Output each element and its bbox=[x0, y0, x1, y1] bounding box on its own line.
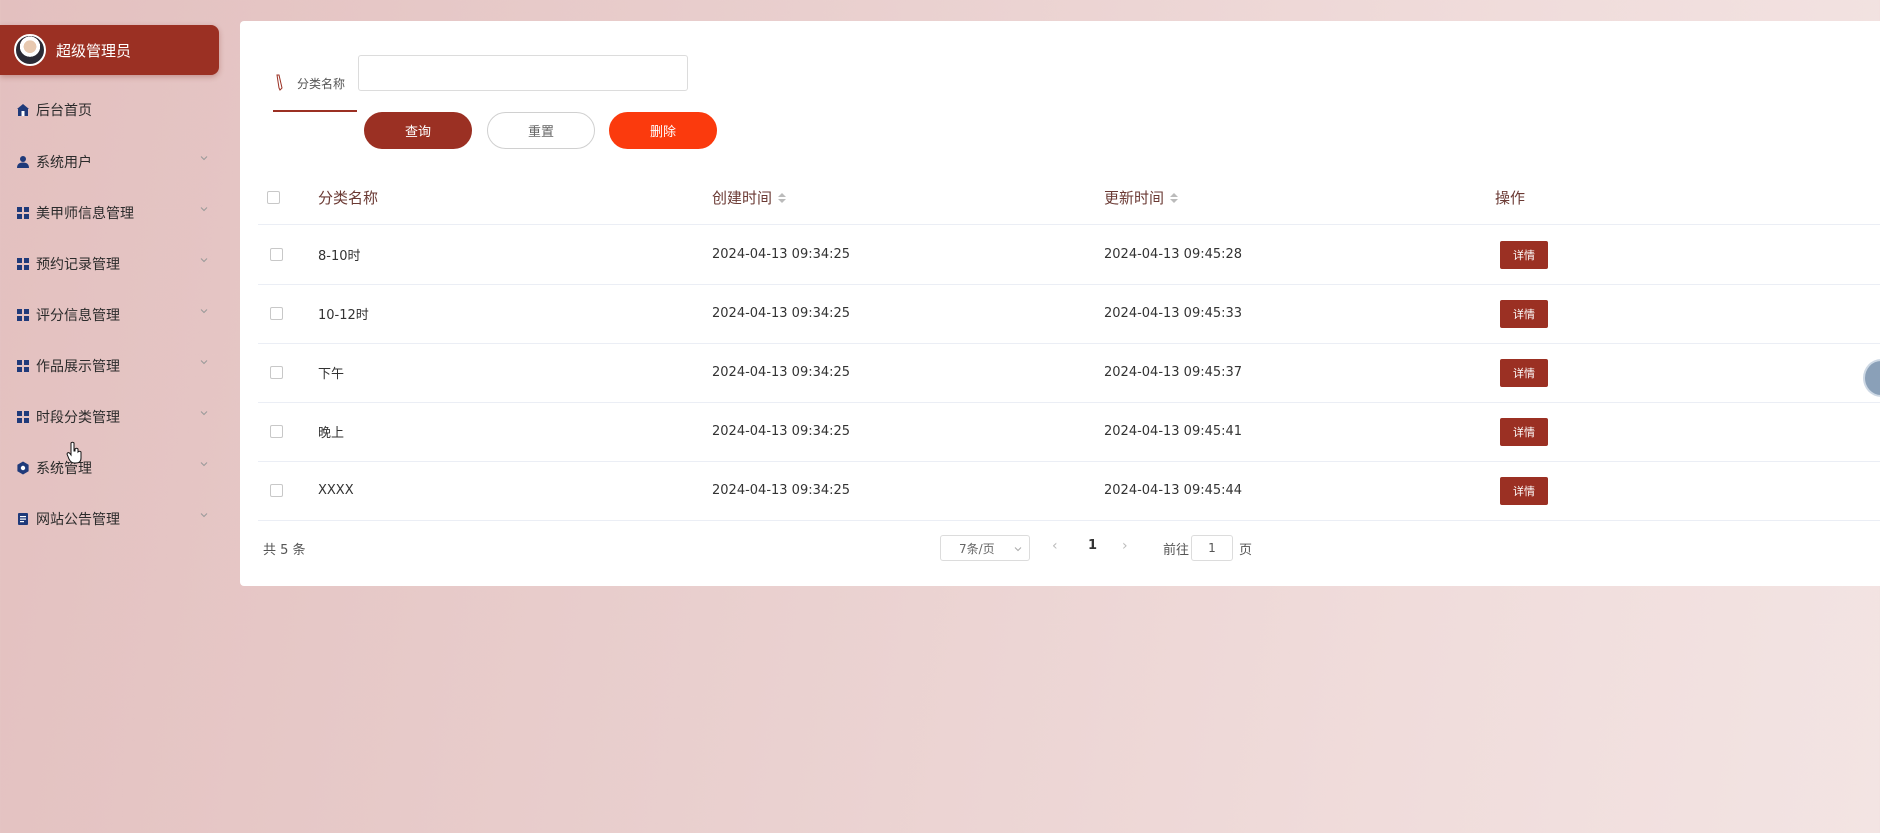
header-created-label: 创建时间 bbox=[712, 189, 773, 207]
cell-updated: 2024-04-13 09:45:33 bbox=[1104, 306, 1243, 321]
table-row: 10-12时 2024-04-13 09:34:25 2024-04-13 09… bbox=[258, 284, 1880, 344]
sidebar-item-announcements[interactable]: 网站公告管理 bbox=[0, 499, 220, 539]
row-checkbox[interactable] bbox=[270, 248, 283, 261]
goto-page-input[interactable] bbox=[1191, 535, 1233, 561]
sidebar-item-system-users[interactable]: 系统用户 bbox=[0, 142, 220, 182]
header-actions: 操作 bbox=[1495, 189, 1526, 207]
sidebar-item-label: 系统用户 bbox=[36, 155, 92, 171]
cell-updated: 2024-04-13 09:45:37 bbox=[1104, 365, 1243, 380]
sidebar-item-manicurist[interactable]: 美甲师信息管理 bbox=[0, 193, 220, 233]
grid-icon bbox=[17, 309, 29, 321]
goto-label: 前往 bbox=[1163, 543, 1190, 558]
sidebar-item-works[interactable]: 作品展示管理 bbox=[0, 346, 220, 386]
sidebar-item-label: 评分信息管理 bbox=[36, 308, 120, 324]
chevron-down-icon bbox=[198, 407, 210, 419]
search-label-text: 分类名称 bbox=[297, 76, 346, 91]
category-name-input[interactable] bbox=[358, 55, 688, 91]
sidebar-item-label: 美甲师信息管理 bbox=[36, 206, 134, 222]
user-name: 超级管理员 bbox=[56, 41, 132, 60]
table-row: 下午 2024-04-13 09:34:25 2024-04-13 09:45:… bbox=[258, 343, 1880, 403]
main-panel: 分类名称 查询 重置 删除 分类名称 创建时间 更新时间 操作 8-10时 20… bbox=[240, 21, 1880, 586]
user-bar[interactable]: 超级管理员 bbox=[0, 25, 219, 75]
sidebar-item-label: 作品展示管理 bbox=[36, 359, 120, 375]
reset-button[interactable]: 重置 bbox=[487, 112, 595, 149]
detail-button[interactable]: 详情 bbox=[1500, 358, 1548, 387]
sidebar-item-label: 预约记录管理 bbox=[36, 257, 120, 273]
chevron-down-icon bbox=[198, 152, 210, 164]
sort-icon bbox=[1170, 192, 1179, 203]
pen-icon bbox=[276, 74, 283, 91]
grid-icon bbox=[17, 411, 29, 423]
sidebar-item-system[interactable]: 系统管理 bbox=[0, 448, 220, 488]
avatar bbox=[14, 34, 46, 66]
cell-name: 10-12时 bbox=[318, 308, 369, 323]
cell-name: 晚上 bbox=[318, 426, 345, 441]
detail-button[interactable]: 详情 bbox=[1500, 417, 1548, 446]
cell-created: 2024-04-13 09:34:25 bbox=[712, 306, 851, 321]
chevron-down-icon bbox=[198, 509, 210, 521]
query-button[interactable]: 查询 bbox=[364, 112, 472, 149]
prev-page-button[interactable]: ‹ bbox=[1052, 538, 1058, 554]
detail-button[interactable]: 详情 bbox=[1500, 476, 1548, 505]
chevron-down-icon bbox=[198, 458, 210, 470]
sidebar-item-label: 网站公告管理 bbox=[36, 512, 120, 528]
detail-button[interactable]: 详情 bbox=[1500, 299, 1548, 328]
pagination: 共 5 条 7条/页 ‹ 1 › 前往 页 bbox=[240, 533, 1880, 563]
sidebar-item-appointments[interactable]: 预约记录管理 bbox=[0, 244, 220, 284]
chevron-down-icon bbox=[1013, 543, 1023, 557]
page-number[interactable]: 1 bbox=[1088, 538, 1097, 553]
sidebar-item-label: 后台首页 bbox=[36, 103, 92, 119]
row-checkbox[interactable] bbox=[270, 307, 283, 320]
chevron-down-icon bbox=[198, 356, 210, 368]
cell-updated: 2024-04-13 09:45:28 bbox=[1104, 247, 1243, 262]
document-icon bbox=[18, 513, 28, 525]
table-row: 8-10时 2024-04-13 09:34:25 2024-04-13 09:… bbox=[258, 225, 1880, 285]
select-all-checkbox[interactable] bbox=[267, 191, 280, 204]
cell-created: 2024-04-13 09:34:25 bbox=[712, 483, 851, 498]
chevron-down-icon bbox=[198, 254, 210, 266]
row-checkbox[interactable] bbox=[270, 366, 283, 379]
page-unit-label: 页 bbox=[1239, 543, 1253, 558]
search-label: 分类名称 bbox=[273, 56, 357, 112]
gear-icon bbox=[17, 461, 29, 475]
table-row: XXXX 2024-04-13 09:34:25 2024-04-13 09:4… bbox=[258, 461, 1880, 521]
chevron-down-icon bbox=[198, 305, 210, 317]
cell-name: XXXX bbox=[318, 483, 354, 498]
grid-icon bbox=[17, 360, 29, 372]
sidebar-item-label: 时段分类管理 bbox=[36, 410, 120, 426]
grid-icon bbox=[17, 258, 29, 270]
user-icon bbox=[17, 156, 29, 168]
row-checkbox[interactable] bbox=[270, 484, 283, 497]
header-name: 分类名称 bbox=[318, 189, 379, 207]
page-size-select[interactable]: 7条/页 bbox=[940, 535, 1030, 561]
header-updated-label: 更新时间 bbox=[1104, 189, 1165, 207]
page-size-value: 7条/页 bbox=[959, 541, 995, 556]
row-checkbox[interactable] bbox=[270, 425, 283, 438]
cell-updated: 2024-04-13 09:45:44 bbox=[1104, 483, 1243, 498]
header-updated[interactable]: 更新时间 bbox=[1104, 171, 1179, 224]
sidebar-item-home[interactable]: 后台首页 bbox=[0, 90, 220, 130]
table-header: 分类名称 创建时间 更新时间 操作 bbox=[258, 171, 1880, 225]
table-row: 晚上 2024-04-13 09:34:25 2024-04-13 09:45:… bbox=[258, 402, 1880, 462]
select-all-cell bbox=[267, 171, 280, 224]
cell-name: 下午 bbox=[318, 367, 345, 382]
sidebar-item-time-slots[interactable]: 时段分类管理 bbox=[0, 397, 220, 437]
total-count: 共 5 条 bbox=[263, 543, 306, 558]
cell-created: 2024-04-13 09:34:25 bbox=[712, 247, 851, 262]
sort-icon bbox=[778, 192, 787, 203]
cell-created: 2024-04-13 09:34:25 bbox=[712, 424, 851, 439]
sidebar-item-ratings[interactable]: 评分信息管理 bbox=[0, 295, 220, 335]
chevron-down-icon bbox=[198, 203, 210, 215]
next-page-button[interactable]: › bbox=[1122, 538, 1128, 554]
hand-cursor-icon bbox=[66, 441, 82, 464]
delete-button[interactable]: 删除 bbox=[609, 112, 717, 149]
cell-updated: 2024-04-13 09:45:41 bbox=[1104, 424, 1243, 439]
header-created[interactable]: 创建时间 bbox=[712, 171, 787, 224]
cell-name: 8-10时 bbox=[318, 249, 361, 264]
detail-button[interactable]: 详情 bbox=[1500, 240, 1548, 269]
sidebar: 超级管理员 后台首页 系统用户 美甲师信息管理 预约记录管理 评分信息管理 作品… bbox=[0, 0, 220, 833]
grid-icon bbox=[17, 207, 29, 219]
home-icon bbox=[17, 104, 29, 116]
cell-created: 2024-04-13 09:34:25 bbox=[712, 365, 851, 380]
